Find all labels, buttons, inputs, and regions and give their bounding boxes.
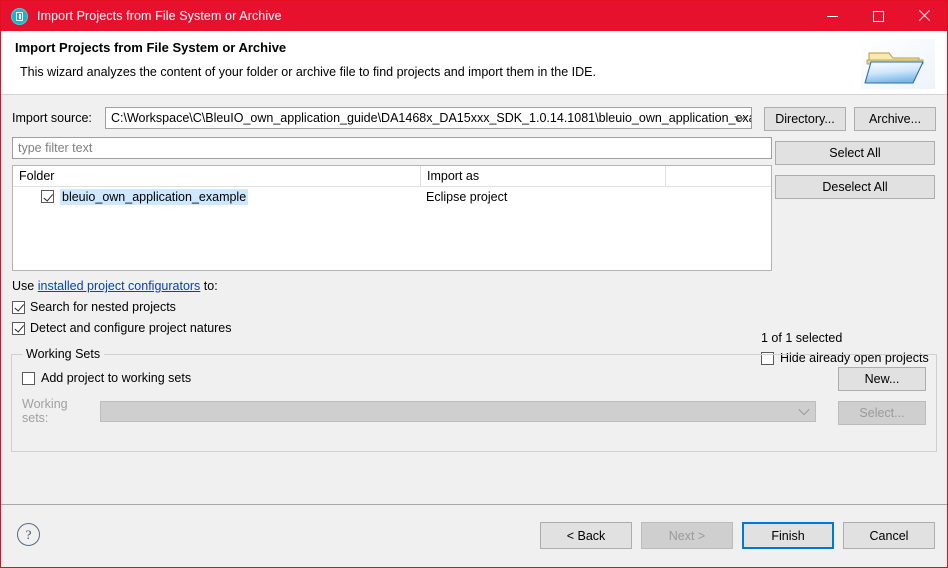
cancel-button[interactable]: Cancel (843, 522, 935, 549)
installed-project-configurators-link[interactable]: installed project configurators (38, 279, 201, 293)
open-folder-icon (861, 39, 935, 89)
filter-input[interactable]: type filter text (12, 137, 772, 159)
projects-table[interactable]: Folder Import as bleuio_own_application_… (12, 165, 772, 271)
configurators-suffix: to: (203, 279, 218, 293)
add-to-working-sets-checkbox[interactable] (22, 371, 35, 385)
search-nested-projects-label: Search for nested projects (30, 300, 176, 314)
wizard-banner: Import Projects from File System or Arch… (1, 31, 947, 95)
maximize-icon (872, 10, 884, 22)
close-button[interactable] (901, 1, 947, 31)
row-checkbox[interactable] (41, 190, 54, 203)
column-header-import-as[interactable]: Import as (420, 166, 665, 186)
working-sets-combo (100, 400, 816, 422)
working-sets-group: Working Sets Add project to working sets… (11, 347, 937, 452)
minimize-button[interactable] (809, 1, 855, 31)
new-working-set-button[interactable]: New... (838, 367, 926, 391)
configurators-prefix: Use (12, 279, 35, 293)
import-source-label: Import source: (12, 111, 92, 125)
column-header-folder[interactable]: Folder (13, 166, 420, 186)
working-sets-row: Working sets: (22, 397, 926, 425)
title-bar: Import Projects from File System or Arch… (1, 1, 947, 31)
working-sets-actions: New... Select... (838, 367, 926, 425)
back-button[interactable]: < Back (540, 522, 632, 549)
directory-button[interactable]: Directory... (764, 107, 846, 131)
maximize-button[interactable] (855, 1, 901, 31)
table-cell-folder: bleuio_own_application_example (13, 188, 420, 205)
wizard-buttons: < Back Next > Finish Cancel (540, 522, 935, 549)
configurators-line: Use installed project configurators to: (12, 279, 936, 293)
page-title: Import Projects from File System or Arch… (15, 40, 287, 55)
archive-button[interactable]: Archive... (854, 107, 936, 131)
finish-button[interactable]: Finish (742, 522, 834, 549)
working-sets-group-title: Working Sets (22, 347, 105, 361)
window-title: Import Projects from File System or Arch… (37, 9, 282, 23)
source-actions: Directory... Archive... Select All Desel… (764, 107, 936, 199)
column-header-extra[interactable] (665, 166, 770, 186)
working-sets-label: Working sets: (22, 397, 68, 425)
select-all-button[interactable]: Select All (775, 141, 935, 165)
table-row[interactable]: bleuio_own_application_example Eclipse p… (13, 187, 771, 206)
add-to-working-sets-row[interactable]: Add project to working sets (22, 371, 926, 385)
chevron-down-icon (798, 403, 810, 416)
selection-status: 1 of 1 selected (761, 331, 843, 345)
window-controls (809, 1, 947, 31)
select-working-set-button: Select... (838, 401, 926, 425)
detect-configure-natures-label: Detect and configure project natures (30, 321, 232, 335)
table-cell-import-as: Eclipse project (426, 189, 508, 204)
dialog-body: Import source: C:\Workspace\C\BleuIO_own… (1, 95, 947, 504)
next-button: Next > (641, 522, 733, 549)
import-source-value: C:\Workspace\C\BleuIO_own_application_gu… (111, 111, 752, 125)
page-description: This wizard analyzes the content of your… (20, 65, 596, 79)
help-icon[interactable]: ? (17, 523, 40, 546)
close-icon (918, 10, 930, 22)
table-header: Folder Import as (13, 166, 771, 187)
eclipse-import-icon (11, 7, 28, 25)
add-to-working-sets-label: Add project to working sets (41, 371, 192, 385)
import-projects-dialog: Import Projects from File System or Arch… (0, 0, 948, 568)
dialog-footer: ? < Back Next > Finish Cancel (1, 504, 947, 567)
table-body: bleuio_own_application_example Eclipse p… (13, 187, 771, 206)
search-nested-projects-row[interactable]: Search for nested projects (12, 300, 936, 314)
deselect-all-button[interactable]: Deselect All (775, 175, 935, 199)
folder-name: bleuio_own_application_example (60, 188, 249, 205)
search-nested-projects-checkbox[interactable] (12, 300, 25, 314)
import-source-combo[interactable]: C:\Workspace\C\BleuIO_own_application_gu… (105, 107, 752, 129)
detect-configure-natures-checkbox[interactable] (12, 321, 25, 335)
minimize-icon (826, 16, 838, 17)
